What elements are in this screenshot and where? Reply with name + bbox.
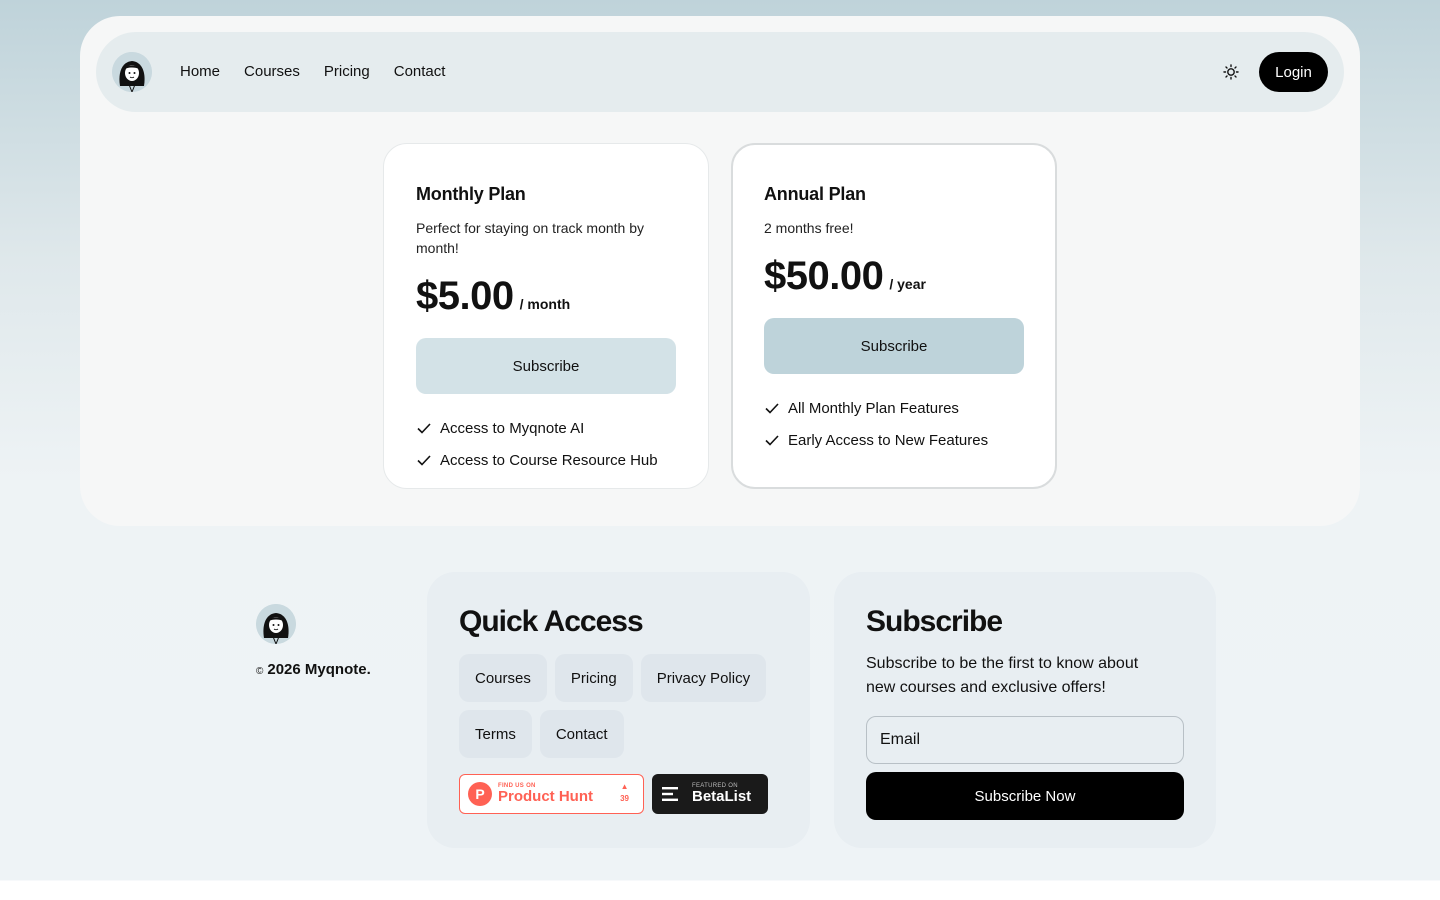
quick-access-links: Courses Pricing Privacy Policy Terms Con… [459,654,779,758]
check-icon [764,432,780,448]
avatar-logo-icon[interactable] [256,604,296,644]
betalist-text: FEATURED ON BetaList [692,783,751,805]
subscribe-title: Subscribe [866,605,1003,638]
badges: P FIND US ON Product Hunt ▲ 39 FEATURED … [459,774,778,814]
product-hunt-text: FIND US ON Product Hunt [498,783,593,805]
quick-access-title: Quick Access [459,605,644,638]
annual-subscribe-button[interactable]: Subscribe [764,318,1024,374]
footer-link-privacy[interactable]: Privacy Policy [640,654,767,702]
plan-title: Monthly Plan [416,184,526,204]
copyright: © 2026 Myqnote. [256,660,371,682]
nav-home[interactable]: Home [180,62,220,82]
feature-item: All Monthly Plan Features [764,398,1024,418]
monthly-plan-card: Monthly Plan Perfect for staying on trac… [383,143,709,489]
feature-list: All Monthly Plan Features Early Access t… [764,398,1024,450]
betalist-icon [662,787,678,801]
nav-courses[interactable]: Courses [244,62,300,82]
nav-contact[interactable]: Contact [394,62,446,82]
plan-period: / year [889,276,926,292]
ph-vote-count: 39 [620,794,629,803]
copyright-symbol: © [256,666,264,677]
plan-description: 2 months free! [764,220,854,236]
ph-big-label: Product Hunt [498,788,593,805]
login-button[interactable]: Login [1259,52,1328,92]
check-icon [416,452,432,468]
footer-link-courses[interactable]: Courses [459,654,547,702]
check-icon [416,420,432,436]
plan-price: $5.00 [416,274,514,318]
main-nav: Home Courses Pricing Contact [180,62,445,82]
feature-list: Access to Myqnote AI Access to Course Re… [416,418,676,470]
email-field[interactable] [866,716,1184,764]
footer-link-pricing[interactable]: Pricing [554,654,633,702]
feature-item: Access to Course Resource Hub [416,450,676,470]
avatar-logo-icon[interactable] [112,52,152,92]
plan-title: Annual Plan [764,184,866,204]
bl-big-label: BetaList [692,788,752,805]
subscribe-panel: Subscribe Subscribe to be the first to k… [834,572,1216,848]
betalist-badge[interactable]: FEATURED ON BetaList [652,774,768,814]
sun-icon[interactable] [1221,62,1241,82]
upvote-icon: ▲ [620,782,629,791]
monthly-subscribe-button[interactable]: Subscribe [416,338,676,394]
price-row: $50.00 / year [764,252,1024,300]
feature-item: Access to Myqnote AI [416,418,676,438]
feature-label: Access to Course Resource Hub [440,451,658,469]
subscribe-now-button[interactable]: Subscribe Now [866,772,1184,820]
product-hunt-icon: P [468,782,492,806]
feature-label: Access to Myqnote AI [440,419,585,437]
check-icon [764,400,780,416]
footer-link-contact[interactable]: Contact [539,710,624,758]
feature-item: Early Access to New Features [764,430,1024,450]
plan-period: / month [519,296,571,312]
copyright-text: 2026 Myqnote. [267,661,371,678]
quick-access-panel: Quick Access Courses Pricing Privacy Pol… [427,572,810,848]
product-hunt-badge[interactable]: P FIND US ON Product Hunt ▲ 39 [459,774,644,814]
nav-pricing[interactable]: Pricing [324,62,370,82]
feature-label: Early Access to New Features [788,431,989,449]
plan-description: Perfect for staying on track month by mo… [416,220,644,256]
footer-link-terms[interactable]: Terms [459,710,532,758]
feature-label: All Monthly Plan Features [788,399,959,417]
subscribe-description: Subscribe to be the first to know about … [866,655,1139,696]
plan-price: $50.00 [764,254,884,298]
price-row: $5.00 / month [416,272,676,320]
ph-votes: ▲ 39 [620,781,629,805]
annual-plan-card: Annual Plan 2 months free! $50.00 / year… [731,143,1057,489]
